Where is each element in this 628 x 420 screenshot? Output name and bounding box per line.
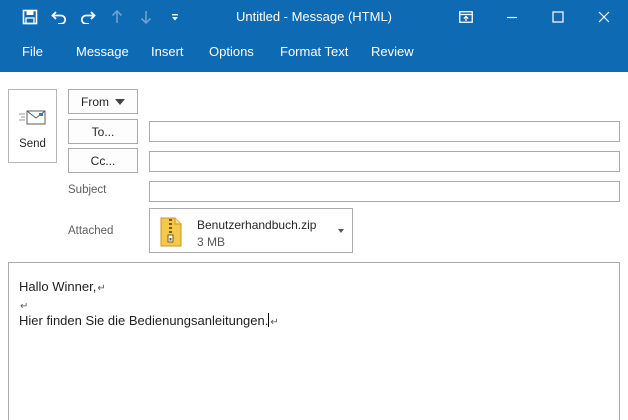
chevron-down-icon (115, 98, 125, 105)
to-field[interactable] (149, 121, 620, 142)
tab-insert[interactable]: Insert (151, 44, 184, 59)
cc-field[interactable] (149, 151, 620, 172)
body-text-greeting: Hallo Winner, (19, 279, 97, 294)
tab-file[interactable]: File (22, 44, 43, 59)
close-icon[interactable] (581, 4, 627, 30)
send-label: Send (19, 138, 46, 150)
to-button[interactable]: To... (68, 119, 138, 144)
maximize-icon[interactable] (535, 4, 581, 30)
send-envelope-icon (19, 110, 46, 125)
cc-label: Cc... (90, 153, 116, 168)
paragraph-mark: ↵ (270, 317, 279, 328)
tab-options[interactable]: Options (209, 44, 254, 59)
paragraph-mark: ↵ (97, 283, 106, 294)
message-body[interactable]: Hallo Winner,↵ ↵ Hier finden Sie die Bed… (8, 262, 620, 420)
attachment-dropdown-icon[interactable] (338, 229, 344, 233)
ribbon-tabs: File Message Insert Options Format Text … (0, 34, 628, 72)
ribbon-display-options-icon[interactable] (443, 4, 489, 30)
subject-field[interactable] (149, 181, 620, 202)
minimize-icon[interactable] (489, 4, 535, 30)
body-line: Hallo Winner,↵ (19, 279, 106, 294)
to-label: To... (91, 124, 115, 139)
body-line: ↵ (19, 297, 28, 312)
send-button[interactable]: Send (8, 89, 57, 163)
tab-format-text[interactable]: Format Text (280, 44, 348, 59)
subject-label: Subject (68, 184, 107, 196)
attached-label: Attached (68, 225, 114, 237)
from-label: From (81, 94, 109, 109)
tab-message[interactable]: Message (76, 44, 129, 59)
body-line: Hier finden Sie die Bedienungsanleitunge… (19, 313, 279, 328)
cc-button[interactable]: Cc... (68, 148, 138, 173)
tab-review[interactable]: Review (371, 44, 414, 59)
from-button[interactable]: From (68, 89, 138, 114)
attachment-name: Benutzerhandbuch.zip (197, 218, 317, 232)
zip-file-icon (160, 217, 182, 247)
attachment-item[interactable]: Benutzerhandbuch.zip 3 MB (149, 208, 353, 253)
paragraph-mark: ↵ (20, 301, 29, 312)
title-bar: Untitled - Message (HTML) (0, 0, 628, 34)
body-text-content: Hier finden Sie die Bedienungsanleitunge… (19, 313, 269, 328)
attachment-size: 3 MB (197, 235, 226, 249)
